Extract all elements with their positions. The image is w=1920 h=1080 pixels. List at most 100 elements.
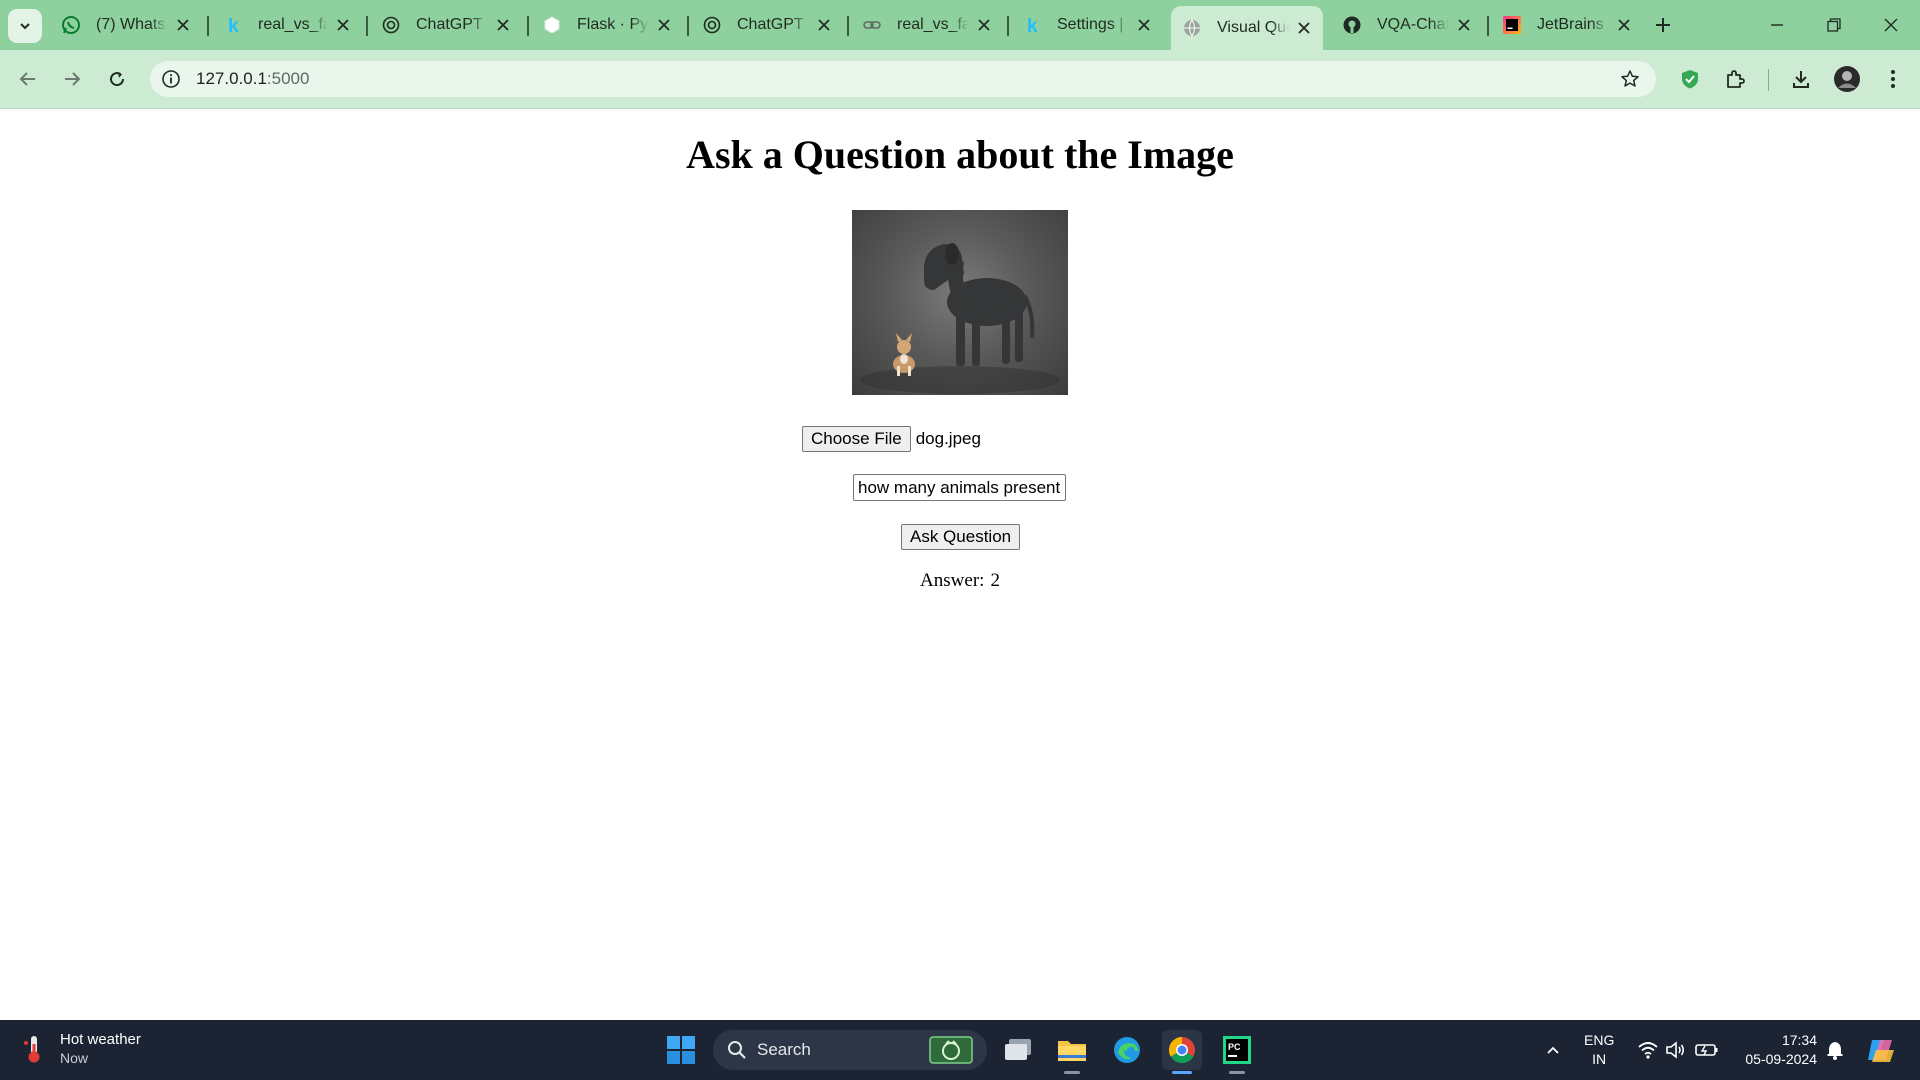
forward-button[interactable] <box>56 63 88 95</box>
active-indicator <box>1172 1071 1192 1074</box>
tab-label: real_vs_fake <box>897 16 969 33</box>
ask-question-button[interactable]: Ask Question <box>901 524 1021 550</box>
extensions-button[interactable] <box>1719 63 1751 95</box>
address-bar[interactable]: 127.0.0.1:5000 <box>150 61 1656 97</box>
reload-button[interactable] <box>101 63 133 95</box>
choose-file-button[interactable]: Choose File <box>802 426 911 452</box>
close-window-button[interactable] <box>1876 10 1906 40</box>
tab-label: Settings | Kaggle <box>1057 16 1129 33</box>
close-icon[interactable] <box>174 16 192 34</box>
weather-widget[interactable]: Hot weather Now <box>22 1030 141 1068</box>
close-icon[interactable] <box>815 16 833 34</box>
downloads-button[interactable] <box>1785 63 1817 95</box>
tab-chatgpt[interactable]: ChatGPT <box>370 6 522 44</box>
edge-icon <box>1114 1037 1140 1063</box>
close-icon <box>1884 18 1898 32</box>
close-icon[interactable] <box>334 16 352 34</box>
minimize-button[interactable] <box>1762 10 1792 40</box>
profile-button[interactable] <box>1831 63 1863 95</box>
site-info-icon[interactable] <box>160 68 182 90</box>
close-icon[interactable] <box>655 16 673 34</box>
tab-flask-pypi[interactable]: Flask · PyPI <box>531 6 683 44</box>
shield-extension-button[interactable] <box>1674 63 1706 95</box>
running-indicator <box>1064 1071 1080 1074</box>
kaggle-icon: k <box>222 14 244 36</box>
tab-separator <box>1007 16 1009 36</box>
page-content: Ask a Question about the Image Choose Fi… <box>0 109 1920 1020</box>
taskbar-search[interactable]: Search <box>713 1030 987 1070</box>
new-tab-button[interactable] <box>1648 10 1678 40</box>
copilot-icon[interactable] <box>1866 1036 1896 1064</box>
close-icon[interactable] <box>1615 16 1633 34</box>
tab-visual-question[interactable]: Visual Question <box>1171 6 1323 50</box>
close-icon[interactable] <box>1455 16 1473 34</box>
weather-title: Hot weather <box>60 1031 141 1048</box>
close-icon[interactable] <box>494 16 512 34</box>
language-indicator[interactable]: ENG IN <box>1584 1031 1614 1069</box>
toolbar-divider <box>1768 69 1769 91</box>
tab-kaggle-dataset[interactable]: k real_vs_fake <box>212 6 362 44</box>
chevron-up-icon <box>1547 1046 1559 1054</box>
weather-subtitle: Now <box>60 1050 89 1066</box>
svg-text:k: k <box>1027 16 1038 35</box>
svg-text:PC: PC <box>1228 1042 1241 1052</box>
tab-separator <box>527 16 529 36</box>
notification-bell-icon[interactable] <box>1826 1040 1844 1060</box>
close-icon[interactable] <box>975 16 993 34</box>
tab-kaggle-settings[interactable]: k Settings | Kaggle <box>1011 6 1163 44</box>
taskbar-edge[interactable] <box>1107 1030 1147 1070</box>
shield-icon <box>1682 70 1698 89</box>
puzzle-icon <box>1727 70 1745 88</box>
wifi-icon[interactable] <box>1637 1040 1659 1060</box>
start-button[interactable] <box>661 1030 701 1070</box>
volume-icon[interactable] <box>1665 1040 1687 1060</box>
openai-icon <box>380 14 402 36</box>
tab-separator <box>1487 16 1489 36</box>
download-icon <box>1793 71 1809 88</box>
folder-icon <box>1058 1041 1086 1061</box>
browser-menu-button[interactable] <box>1877 63 1909 95</box>
tab-label: ChatGPT <box>416 16 483 33</box>
thermometer-icon <box>24 1036 40 1063</box>
chrome-icon <box>1168 1036 1195 1064</box>
tab-jetbrains[interactable]: JetBrains Account <box>1491 6 1643 44</box>
uploaded-image <box>852 210 1068 395</box>
more-vertical-icon <box>1891 70 1895 88</box>
search-placeholder: Search <box>757 1040 811 1059</box>
close-icon[interactable] <box>1295 19 1313 37</box>
bookmark-star-icon[interactable] <box>1618 67 1642 91</box>
pypi-icon <box>541 14 563 36</box>
plus-icon <box>1656 18 1670 32</box>
tab-chatgpt-2[interactable]: ChatGPT <box>691 6 843 44</box>
url-text[interactable]: 127.0.0.1:5000 <box>196 69 309 89</box>
reload-icon <box>110 72 125 87</box>
task-view-icon <box>1005 1039 1031 1060</box>
taskbar-file-explorer[interactable] <box>1052 1030 1092 1074</box>
taskbar-chrome[interactable] <box>1162 1030 1202 1074</box>
taskbar-pycharm[interactable]: PC <box>1217 1030 1257 1074</box>
jetbrains-icon <box>1501 14 1523 36</box>
tab-label: Visual Question <box>1217 19 1289 36</box>
whatsapp-icon <box>60 14 82 36</box>
back-button[interactable] <box>12 63 44 95</box>
system-clock[interactable]: 17:34 05-09-2024 <box>1735 1031 1817 1069</box>
tab-search-button[interactable] <box>8 9 42 43</box>
github-icon <box>1341 14 1363 36</box>
url-host: 127.0.0.1 <box>196 69 267 88</box>
show-hidden-icons-button[interactable] <box>1533 1030 1573 1070</box>
tab-real-vs-fake[interactable]: real_vs_fake <box>851 6 1003 44</box>
language-region: IN <box>1592 1051 1607 1067</box>
svg-text:k: k <box>228 16 239 35</box>
minimize-icon <box>1771 24 1783 26</box>
restore-icon <box>1827 18 1841 32</box>
question-input[interactable] <box>853 474 1066 501</box>
task-view-button[interactable] <box>998 1030 1038 1070</box>
clock-time: 17:34 <box>1781 1032 1817 1048</box>
battery-icon[interactable] <box>1695 1040 1719 1060</box>
tab-whatsapp[interactable]: (7) WhatsApp <box>50 6 202 44</box>
search-highlight-icon <box>929 1036 973 1064</box>
tab-github-vqa[interactable]: VQA-Chatbot <box>1331 6 1483 44</box>
close-icon[interactable] <box>1135 16 1153 34</box>
windows-icon <box>667 1036 695 1064</box>
restore-button[interactable] <box>1819 10 1849 40</box>
